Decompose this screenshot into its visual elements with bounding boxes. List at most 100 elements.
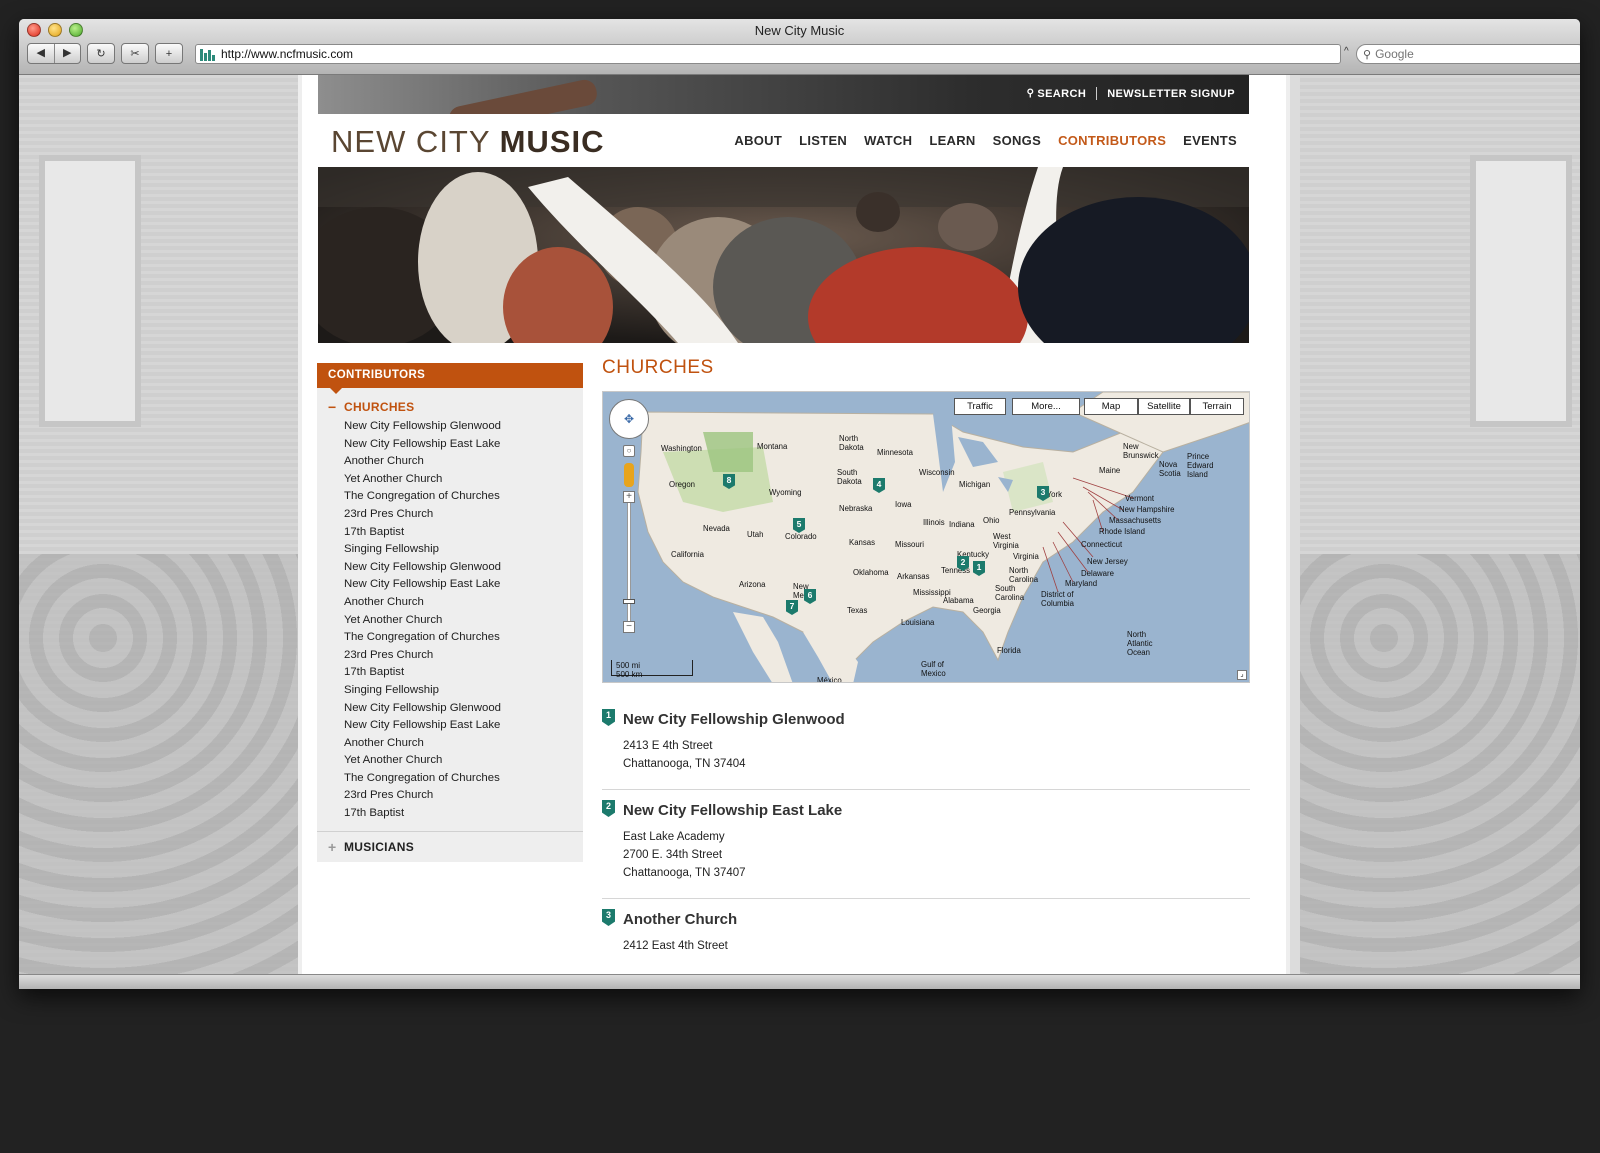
churches-map[interactable]: Washington Montana North Dakota Minnesota… (602, 391, 1250, 683)
zoom-in-icon[interactable]: + (623, 491, 635, 503)
church-name[interactable]: New City Fellowship Glenwood (623, 711, 1250, 728)
nav-songs[interactable]: SONGS (993, 133, 1041, 148)
terrain-view-button[interactable]: Terrain (1190, 398, 1244, 415)
church-name[interactable]: Another Church (623, 911, 1250, 928)
zoom-slider[interactable] (623, 503, 635, 621)
url-text[interactable]: http://www.ncfmusic.com (221, 47, 353, 61)
map-label-oklahoma: Oklahoma (853, 568, 889, 577)
map-label-utah: Utah (747, 530, 764, 539)
church-address: 2412 East 4th Street (623, 937, 1250, 955)
map-label-vermont: Vermont (1125, 494, 1155, 503)
search-link[interactable]: SEARCH (1037, 88, 1086, 100)
map-label-new-brunswick: New Brunswick (1123, 442, 1159, 460)
sidebar-church-link[interactable]: Singing Fellowship (344, 682, 583, 700)
sidebar-church-link[interactable]: Another Church (344, 735, 583, 753)
link-separator (1096, 87, 1098, 100)
zoom-slider-handle[interactable] (623, 599, 635, 604)
address-bar[interactable]: http://www.ncfmusic.com (195, 44, 1341, 64)
nav-about[interactable]: ABOUT (734, 133, 782, 148)
map-label-massachusetts: Massachusetts (1109, 516, 1162, 525)
map-label-connecticut: Connecticut (1081, 540, 1123, 549)
background-photo-right (1300, 75, 1580, 974)
address-line: East Lake Academy (623, 831, 725, 843)
sidebar-church-link[interactable]: Yet Another Church (344, 752, 583, 770)
browser-search-field[interactable]: ⚲ (1356, 44, 1580, 64)
satellite-view-button[interactable]: Satellite (1138, 398, 1190, 415)
site-logo[interactable]: NEW CITY MUSIC (331, 124, 605, 160)
sidebar-church-link[interactable]: The Congregation of Churches (344, 770, 583, 788)
utility-links: ⚲ SEARCH NEWSLETTER SIGNUP (1027, 87, 1235, 100)
sidebar-category-musicians[interactable]: + MUSICIANS (317, 832, 583, 862)
map-label-washington: Washington (661, 444, 702, 453)
nav-watch[interactable]: WATCH (864, 133, 912, 148)
status-bar (19, 974, 1580, 989)
map-label-maryland: Maryland (1065, 579, 1098, 588)
map-label-alabama: Alabama (943, 596, 974, 605)
search-icon: ⚲ (1363, 48, 1372, 61)
pan-control-icon[interactable]: ✥ (609, 399, 649, 439)
scale-kilometers: 500 km (616, 670, 643, 679)
sidebar-church-link[interactable]: Another Church (344, 453, 583, 471)
reload-icon[interactable]: ↻ (87, 43, 115, 64)
sidebar-church-link[interactable]: New City Fellowship East Lake (344, 717, 583, 735)
sidebar-church-link[interactable]: New City Fellowship Glenwood (344, 418, 583, 436)
sidebar-church-link[interactable]: Singing Fellowship (344, 541, 583, 559)
map-type-buttons: Map Satellite Terrain (1084, 398, 1244, 415)
map-label-california: California (671, 550, 704, 559)
map-label-north-dakota: North Dakota (839, 434, 864, 452)
church-marker-icon: 2 (602, 800, 615, 817)
nav-events[interactable]: EVENTS (1183, 133, 1237, 148)
church-list: 1 New City Fellowship Glenwood 2413 E 4t… (602, 703, 1250, 971)
map-label-wisconsin: Wisconsin (919, 468, 955, 477)
sidebar-church-link[interactable]: New City Fellowship Glenwood (344, 700, 583, 718)
map-view-button[interactable]: Map (1084, 398, 1138, 415)
traffic-button[interactable]: Traffic (954, 398, 1006, 415)
reset-view-icon[interactable]: ○ (623, 445, 635, 457)
more-button[interactable]: More... (1012, 398, 1080, 415)
expand-icon[interactable]: + (328, 839, 344, 855)
header-top-strip: ⚲ SEARCH NEWSLETTER SIGNUP (318, 75, 1249, 114)
url-dropdown-icon[interactable]: ^ (1344, 46, 1349, 57)
main-content: CHURCHES Washington Montana North Dakota… (602, 357, 1250, 971)
sidebar-church-link[interactable]: New City Fellowship Glenwood (344, 559, 583, 577)
church-entry: 3 Another Church 2412 East 4th Street (602, 899, 1250, 971)
newsletter-signup-link[interactable]: NEWSLETTER SIGNUP (1107, 88, 1235, 100)
sidebar-church-link[interactable]: 23rd Pres Church (344, 647, 583, 665)
sidebar-church-link[interactable]: New City Fellowship East Lake (344, 576, 583, 594)
sidebar-category-churches[interactable]: − CHURCHES (317, 397, 583, 417)
nav-contributors[interactable]: CONTRIBUTORS (1058, 133, 1166, 148)
browser-search-input[interactable] (1375, 47, 1576, 61)
church-address: East Lake Academy 2700 E. 34th Street Ch… (623, 828, 1250, 882)
snippet-icon[interactable]: ✂ (121, 43, 149, 64)
sidebar-church-link[interactable]: Yet Another Church (344, 471, 583, 489)
map-label-gulf-of-mexico: Gulf of Mexico (921, 660, 946, 678)
sidebar-church-link[interactable]: Yet Another Church (344, 612, 583, 630)
sidebar-church-link[interactable]: New City Fellowship East Lake (344, 436, 583, 454)
street-view-pegman-icon[interactable] (624, 463, 634, 487)
back-arrow-icon[interactable]: ◀ (28, 44, 55, 63)
map-label-ohio: Ohio (983, 516, 1000, 525)
sidebar-church-link[interactable]: 23rd Pres Church (344, 787, 583, 805)
sidebar-church-link[interactable]: 17th Baptist (344, 664, 583, 682)
sidebar-church-link[interactable]: 23rd Pres Church (344, 506, 583, 524)
map-label-west-virginia: West Virginia (993, 532, 1019, 550)
sidebar-church-link[interactable]: The Congregation of Churches (344, 629, 583, 647)
collapse-icon[interactable]: − (328, 399, 344, 415)
forward-arrow-icon[interactable]: ▶ (55, 44, 81, 63)
church-link-list: New City Fellowship Glenwood New City Fel… (317, 417, 583, 830)
zoom-out-icon[interactable]: − (623, 621, 635, 633)
map-label-new-jersey: New Jersey (1087, 557, 1128, 566)
sidebar-church-link[interactable]: 17th Baptist (344, 805, 583, 823)
sidebar-church-link[interactable]: Another Church (344, 594, 583, 612)
map-expand-icon[interactable]: ⌟ (1237, 670, 1247, 680)
map-scale: 500 mi 500 km (611, 660, 693, 679)
map-label-kansas: Kansas (849, 538, 876, 547)
add-bookmark-icon[interactable]: + (155, 43, 183, 64)
nav-learn[interactable]: LEARN (929, 133, 975, 148)
church-entry: 2 New City Fellowship East Lake East Lak… (602, 790, 1250, 899)
sidebar-church-link[interactable]: The Congregation of Churches (344, 488, 583, 506)
sidebar-church-link[interactable]: 17th Baptist (344, 524, 583, 542)
church-name[interactable]: New City Fellowship East Lake (623, 802, 1250, 819)
map-label-pennsylvania: Pennsylvania (1009, 508, 1056, 517)
nav-listen[interactable]: LISTEN (799, 133, 847, 148)
